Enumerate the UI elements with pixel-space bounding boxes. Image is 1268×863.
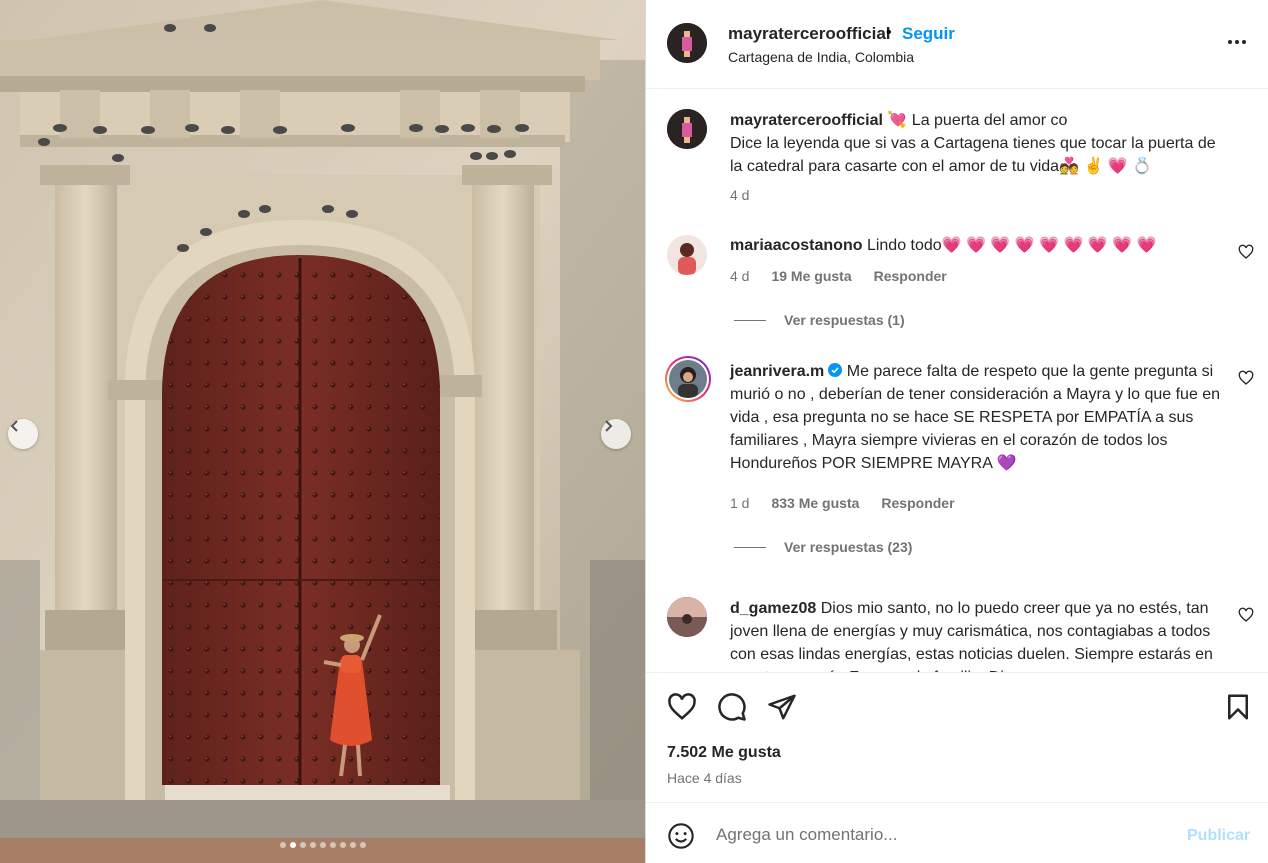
comment-like-heart-icon[interactable] [1238,607,1254,623]
more-options-button[interactable] [1223,32,1251,52]
post-actions: 7.502 Me gusta Hace 4 días [646,672,1268,802]
follow-button[interactable]: Seguir [902,24,955,44]
comment-text: d_gamez08 Dios mio santo, no lo puedo cr… [730,597,1230,672]
commenter-avatar-story-ring[interactable] [665,356,711,402]
comment-username[interactable]: mariaacostanono [730,237,862,254]
carousel-dot [289,842,296,848]
avatar-ring-inner [667,358,709,400]
avatar-image [667,23,707,63]
carousel-dot [339,842,346,848]
comment-username[interactable]: d_gamez08 [730,600,816,617]
view-replies-label: Ver respuestas (1) [784,312,905,328]
carousel-prev-button[interactable] [8,419,38,449]
avatar-image [667,235,707,275]
likes-count[interactable]: 7.502 Me gusta [667,744,781,762]
avatar-image [669,360,707,398]
avatar-image [667,109,707,149]
comment-time[interactable]: 1 d [730,495,749,511]
verified-badge-icon [828,363,843,377]
chevron-right-icon [605,420,613,432]
comment-icon[interactable] [717,692,747,722]
post-sidebar: mayraterceroofficial • Seguir Cartagena … [645,0,1268,863]
comment-text: jeanrivera.m Me parece falta de respeto … [730,360,1230,475]
carousel-dot [319,842,326,848]
comment-likes[interactable]: 833 Me gusta [771,495,859,511]
view-replies-button[interactable]: Ver respuestas (23) [734,539,912,555]
comment-time[interactable]: 4 d [730,268,749,284]
comment-like-heart-icon[interactable] [1238,370,1254,386]
carousel-indicator [0,842,645,848]
view-replies-label: Ver respuestas (23) [784,539,913,555]
heart-icon[interactable] [667,692,697,722]
more-horizontal-icon [1228,40,1232,44]
emoji-icon[interactable] [667,822,695,850]
reply-button[interactable]: Responder [881,495,954,511]
post-header: mayraterceroofficial • Seguir Cartagena … [646,0,1268,89]
author-avatar[interactable] [667,23,707,63]
replies-line [734,319,766,321]
comment-body: Lindo todo💗 💗 💗 💗 💗 💗 💗 💗 💗 [866,237,1157,254]
comment-like-heart-icon[interactable] [1238,244,1254,260]
more-dot [1235,40,1239,44]
chevron-left-icon [10,420,18,432]
author-username[interactable]: mayraterceroofficial [728,24,891,44]
carousel-dot [359,842,366,848]
carousel-dot [329,842,336,848]
bookmark-icon[interactable] [1223,692,1253,722]
cathedral-door-image [0,0,645,863]
reply-button[interactable]: Responder [874,268,947,284]
replies-line [734,546,766,548]
post-location[interactable]: Cartagena de India, Colombia [728,49,914,65]
caption-username[interactable]: mayraterceroofficial [730,112,883,129]
caption-line1: 💘 La puerta del amor co [887,112,1068,129]
carousel-dot [279,842,286,848]
caption-avatar[interactable] [667,109,707,149]
view-replies-button[interactable]: Ver respuestas (1) [734,312,905,328]
comment-meta: 1 d 833 Me gusta Responder [730,495,955,511]
caption-time[interactable]: 4 d [730,187,749,203]
comments-list[interactable]: mayraterceroofficial 💘 La puerta del amo… [646,90,1268,672]
add-comment-bar: Publicar [646,802,1268,863]
send-icon[interactable] [767,692,797,722]
comment-meta: 4 d 19 Me gusta Responder [730,268,947,284]
avatar-image [667,597,707,637]
carousel-next-button[interactable] [601,419,631,449]
caption-text: mayraterceroofficial 💘 La puerta del amo… [730,109,1230,178]
post-time[interactable]: Hace 4 días [667,770,742,786]
caption-meta: 4 d [730,187,749,203]
comment-likes[interactable]: 19 Me gusta [771,268,851,284]
carousel-dot [309,842,316,848]
comment-username[interactable]: jeanrivera.m [730,363,824,380]
caption-body: Dice la leyenda que si vas a Cartagena t… [730,135,1216,175]
commenter-avatar[interactable] [667,235,707,275]
carousel-dot [349,842,356,848]
comment-text: mariaacostanono Lindo todo💗 💗 💗 💗 💗 💗 💗 … [730,234,1230,257]
comment-input[interactable] [716,820,1166,850]
carousel-dot [299,842,306,848]
header-separator: • [886,24,892,41]
commenter-avatar[interactable] [667,597,707,637]
post-photo[interactable] [0,0,645,863]
more-dot [1242,40,1246,44]
publish-button[interactable]: Publicar [1187,827,1250,845]
